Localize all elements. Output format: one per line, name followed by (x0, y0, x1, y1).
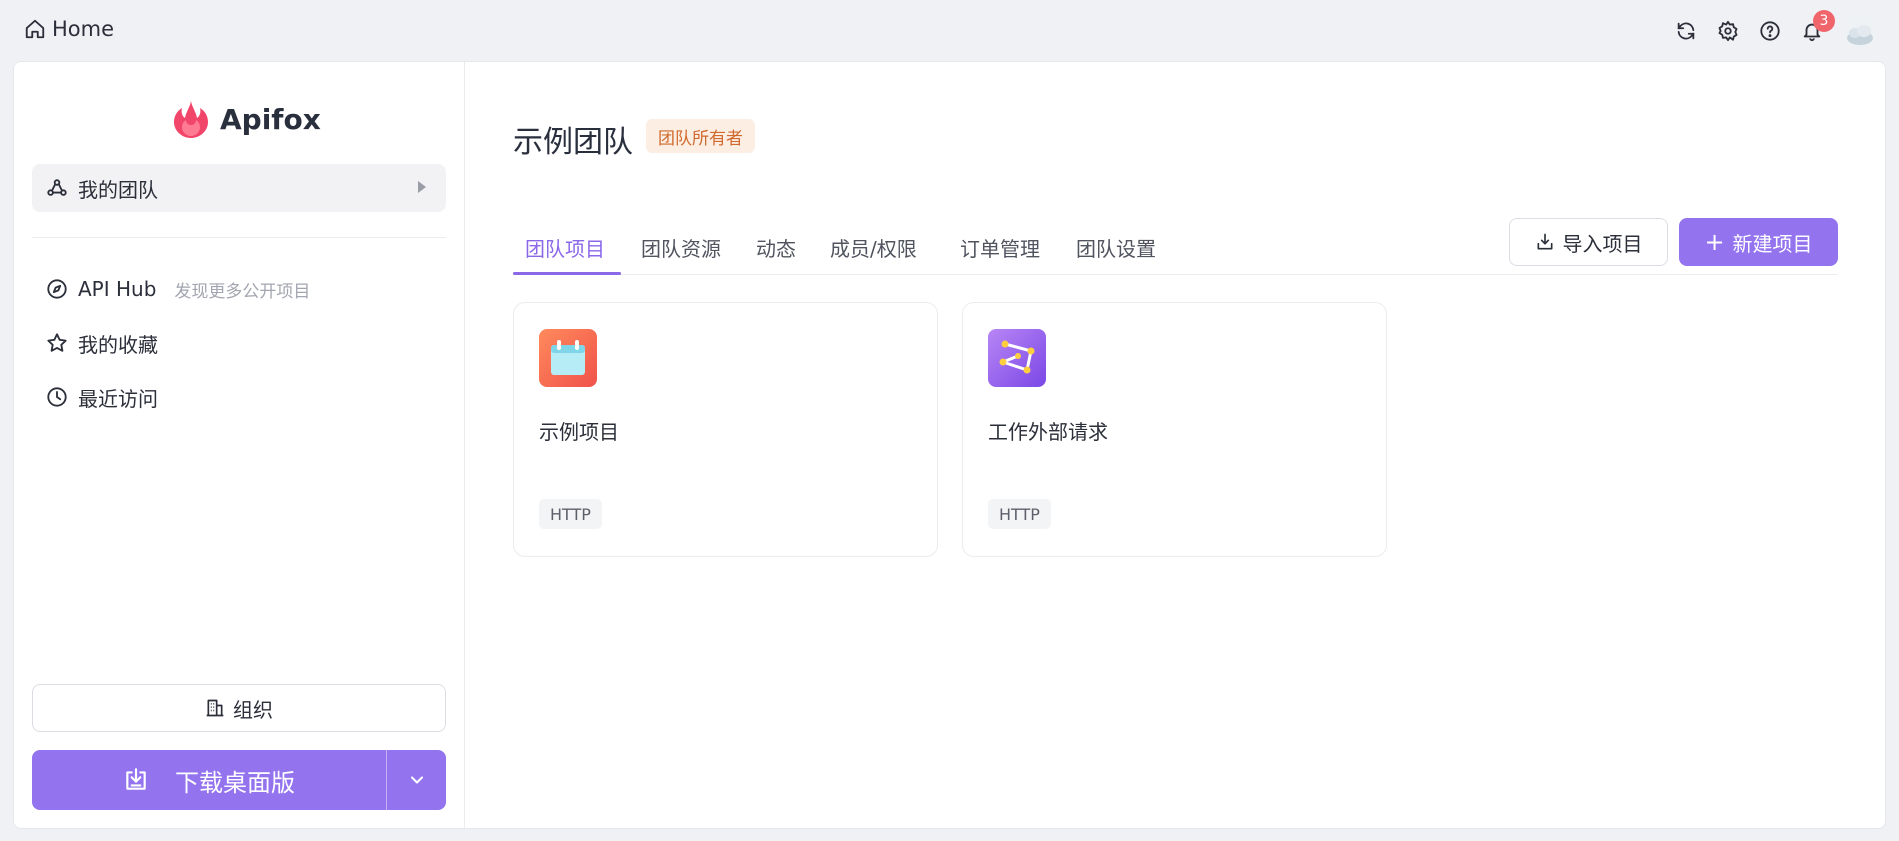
protocol-tag: HTTP (988, 499, 1051, 529)
sidebar-item-label: 最近访问 (78, 386, 158, 411)
sidebar-nav: API Hub 发现更多公开项目 我的收藏 最近访问 (32, 262, 446, 424)
tab-team-projects[interactable]: 团队项目 (525, 219, 605, 275)
sidebar-item-api-hub[interactable]: API Hub 发现更多公开项目 (32, 262, 446, 316)
project-card[interactable]: 工作外部请求 HTTP (962, 302, 1387, 557)
sidebar-item-recent[interactable]: 最近访问 (32, 370, 446, 424)
bell-icon[interactable]: 3 (1801, 10, 1835, 42)
download-label: 下载桌面版 (175, 768, 295, 797)
chevron-down-icon (407, 770, 427, 790)
organization-label: 组织 (233, 697, 273, 722)
sidebar-item-label: 我的收藏 (78, 332, 158, 357)
calendar-project-icon (539, 329, 597, 387)
tab-orders[interactable]: 订单管理 (960, 219, 1040, 275)
caret-right-icon (418, 181, 426, 193)
gear-icon[interactable] (1717, 20, 1739, 42)
star-icon (46, 332, 68, 354)
download-icon (123, 767, 149, 793)
refresh-icon[interactable] (1675, 20, 1697, 42)
download-options-button[interactable] (386, 750, 446, 810)
api-hub-hint: 发现更多公开项目 (174, 281, 311, 302)
team-icon (46, 177, 68, 199)
new-project-label: 新建项目 (1732, 231, 1813, 256)
home-link[interactable]: Home (24, 17, 114, 41)
sidebar-item-label: 我的团队 (78, 177, 158, 202)
tab-team-resources[interactable]: 团队资源 (641, 219, 721, 275)
tab-members[interactable]: 成员/权限 (830, 219, 917, 275)
building-icon (205, 698, 225, 718)
import-label: 导入项目 (1562, 231, 1643, 256)
project-card[interactable]: 示例项目 HTTP (513, 302, 938, 557)
sidebar-item-label: API Hub (78, 277, 157, 301)
tab-activity[interactable]: 动态 (756, 219, 796, 275)
clock-icon (46, 386, 68, 408)
constellation-project-icon (988, 329, 1046, 387)
sidebar-item-favorites[interactable]: 我的收藏 (32, 316, 446, 370)
download-desktop-button[interactable]: 下载桌面版 (32, 750, 386, 810)
apifox-logo-icon (174, 101, 208, 138)
top-actions: 3 (1675, 10, 1877, 48)
help-icon[interactable] (1759, 20, 1781, 42)
notification-badge: 3 (1813, 10, 1835, 32)
brand-logo: Apifox (170, 98, 321, 140)
brand-name: Apifox (220, 102, 321, 136)
import-project-button[interactable]: 导入项目 (1509, 218, 1668, 266)
page-title: 示例团队 (513, 125, 633, 160)
compass-icon (46, 278, 68, 300)
active-tab-indicator (513, 272, 621, 275)
plus-icon: + (1704, 228, 1725, 256)
project-name: 示例项目 (539, 420, 619, 444)
tab-settings[interactable]: 团队设置 (1076, 219, 1156, 275)
avatar[interactable] (1843, 14, 1877, 48)
download-desktop-group: 下载桌面版 (32, 750, 446, 810)
top-bar: Home 3 (0, 0, 1899, 61)
protocol-tag: HTTP (539, 499, 602, 529)
organization-button[interactable]: 组织 (32, 684, 446, 732)
sidebar: Apifox 我的团队 API Hub 发现更多公开项目 我的收藏 最近访问 组… (14, 62, 465, 828)
app-shell: Apifox 我的团队 API Hub 发现更多公开项目 我的收藏 最近访问 组… (13, 61, 1886, 829)
sidebar-divider (32, 237, 446, 238)
import-icon (1535, 232, 1555, 252)
main-content: 示例团队 团队所有者 团队项目 团队资源 动态 成员/权限 订单管理 团队设置 … (465, 62, 1885, 828)
project-name: 工作外部请求 (988, 420, 1108, 444)
home-label: Home (52, 17, 115, 41)
role-badge: 团队所有者 (646, 119, 755, 153)
sidebar-item-my-team[interactable]: 我的团队 (32, 164, 446, 212)
new-project-button[interactable]: + 新建项目 (1679, 218, 1838, 266)
home-icon (24, 18, 46, 40)
